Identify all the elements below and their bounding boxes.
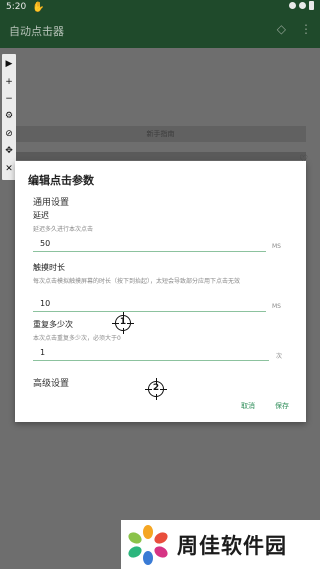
bg-list-item (15, 152, 306, 160)
delay-description: 延迟多久进行本次点击 (33, 226, 94, 233)
status-time: 5:20 (6, 2, 27, 12)
touch-duration-description: 每次点击模拟触摸屏幕的时长（按下到抬起），太短会导致部分应用下点击无效 (33, 278, 241, 285)
battery-icon (309, 1, 314, 10)
signal-icon (299, 2, 306, 9)
accessibility-hand-icon: ✋ (32, 1, 45, 13)
status-bar: 5:20 ✋ (0, 0, 320, 14)
delay-label: 延迟 (33, 211, 49, 220)
close-icon[interactable]: ✕ (5, 164, 13, 174)
colorful-logo-icon (127, 524, 169, 566)
play-icon[interactable]: ▶ (6, 60, 13, 69)
click-point-marker-2[interactable]: 2 (145, 378, 167, 400)
app-title: 自动点击器 (9, 25, 64, 38)
watermark: 周佳软件园 (121, 520, 320, 569)
eye-off-icon[interactable]: ⊘ (5, 129, 13, 139)
dialog-title: 编辑点击参数 (28, 174, 94, 187)
repeat-count-input[interactable] (33, 345, 269, 361)
marker-number: 2 (152, 383, 160, 393)
move-icon[interactable]: ✥ (5, 147, 13, 156)
touch-duration-label: 触摸时长 (33, 263, 65, 272)
app-bar: 自动点击器 ◇ ⋮ (0, 14, 320, 48)
floating-toolbar: ▶ + − ⚙ ⊘ ✥ ✕ (2, 54, 16, 180)
guide-card: 新手指南 (15, 126, 306, 142)
status-icons (289, 1, 314, 10)
repeat-count-description: 本次点击重复多少次，必须大于0 (33, 335, 121, 342)
click-point-marker-1[interactable]: 1 (112, 312, 134, 334)
delay-input[interactable] (33, 236, 266, 252)
repeat-count-unit: 次 (276, 353, 283, 360)
minus-icon[interactable]: − (5, 95, 13, 104)
cancel-button[interactable]: 取消 (241, 401, 255, 411)
marker-number: 1 (119, 317, 127, 327)
watermark-text: 周佳软件园 (177, 533, 287, 558)
save-button[interactable]: 保存 (275, 401, 289, 411)
guide-card-label: 新手指南 (146, 130, 175, 138)
plus-icon[interactable]: + (5, 77, 13, 87)
more-vert-icon[interactable]: ⋮ (300, 22, 312, 36)
general-settings-heading: 通用设置 (33, 198, 70, 208)
advanced-settings-heading[interactable]: 高级设置 (33, 376, 69, 389)
delay-unit: MS (272, 243, 281, 250)
gem-icon[interactable]: ◇ (277, 22, 286, 36)
gear-icon[interactable]: ⚙ (5, 112, 13, 121)
wifi-icon (289, 2, 296, 9)
touch-duration-input[interactable] (33, 296, 266, 312)
repeat-count-label: 重复多少次 (33, 320, 73, 329)
touch-duration-unit: MS (272, 303, 281, 310)
